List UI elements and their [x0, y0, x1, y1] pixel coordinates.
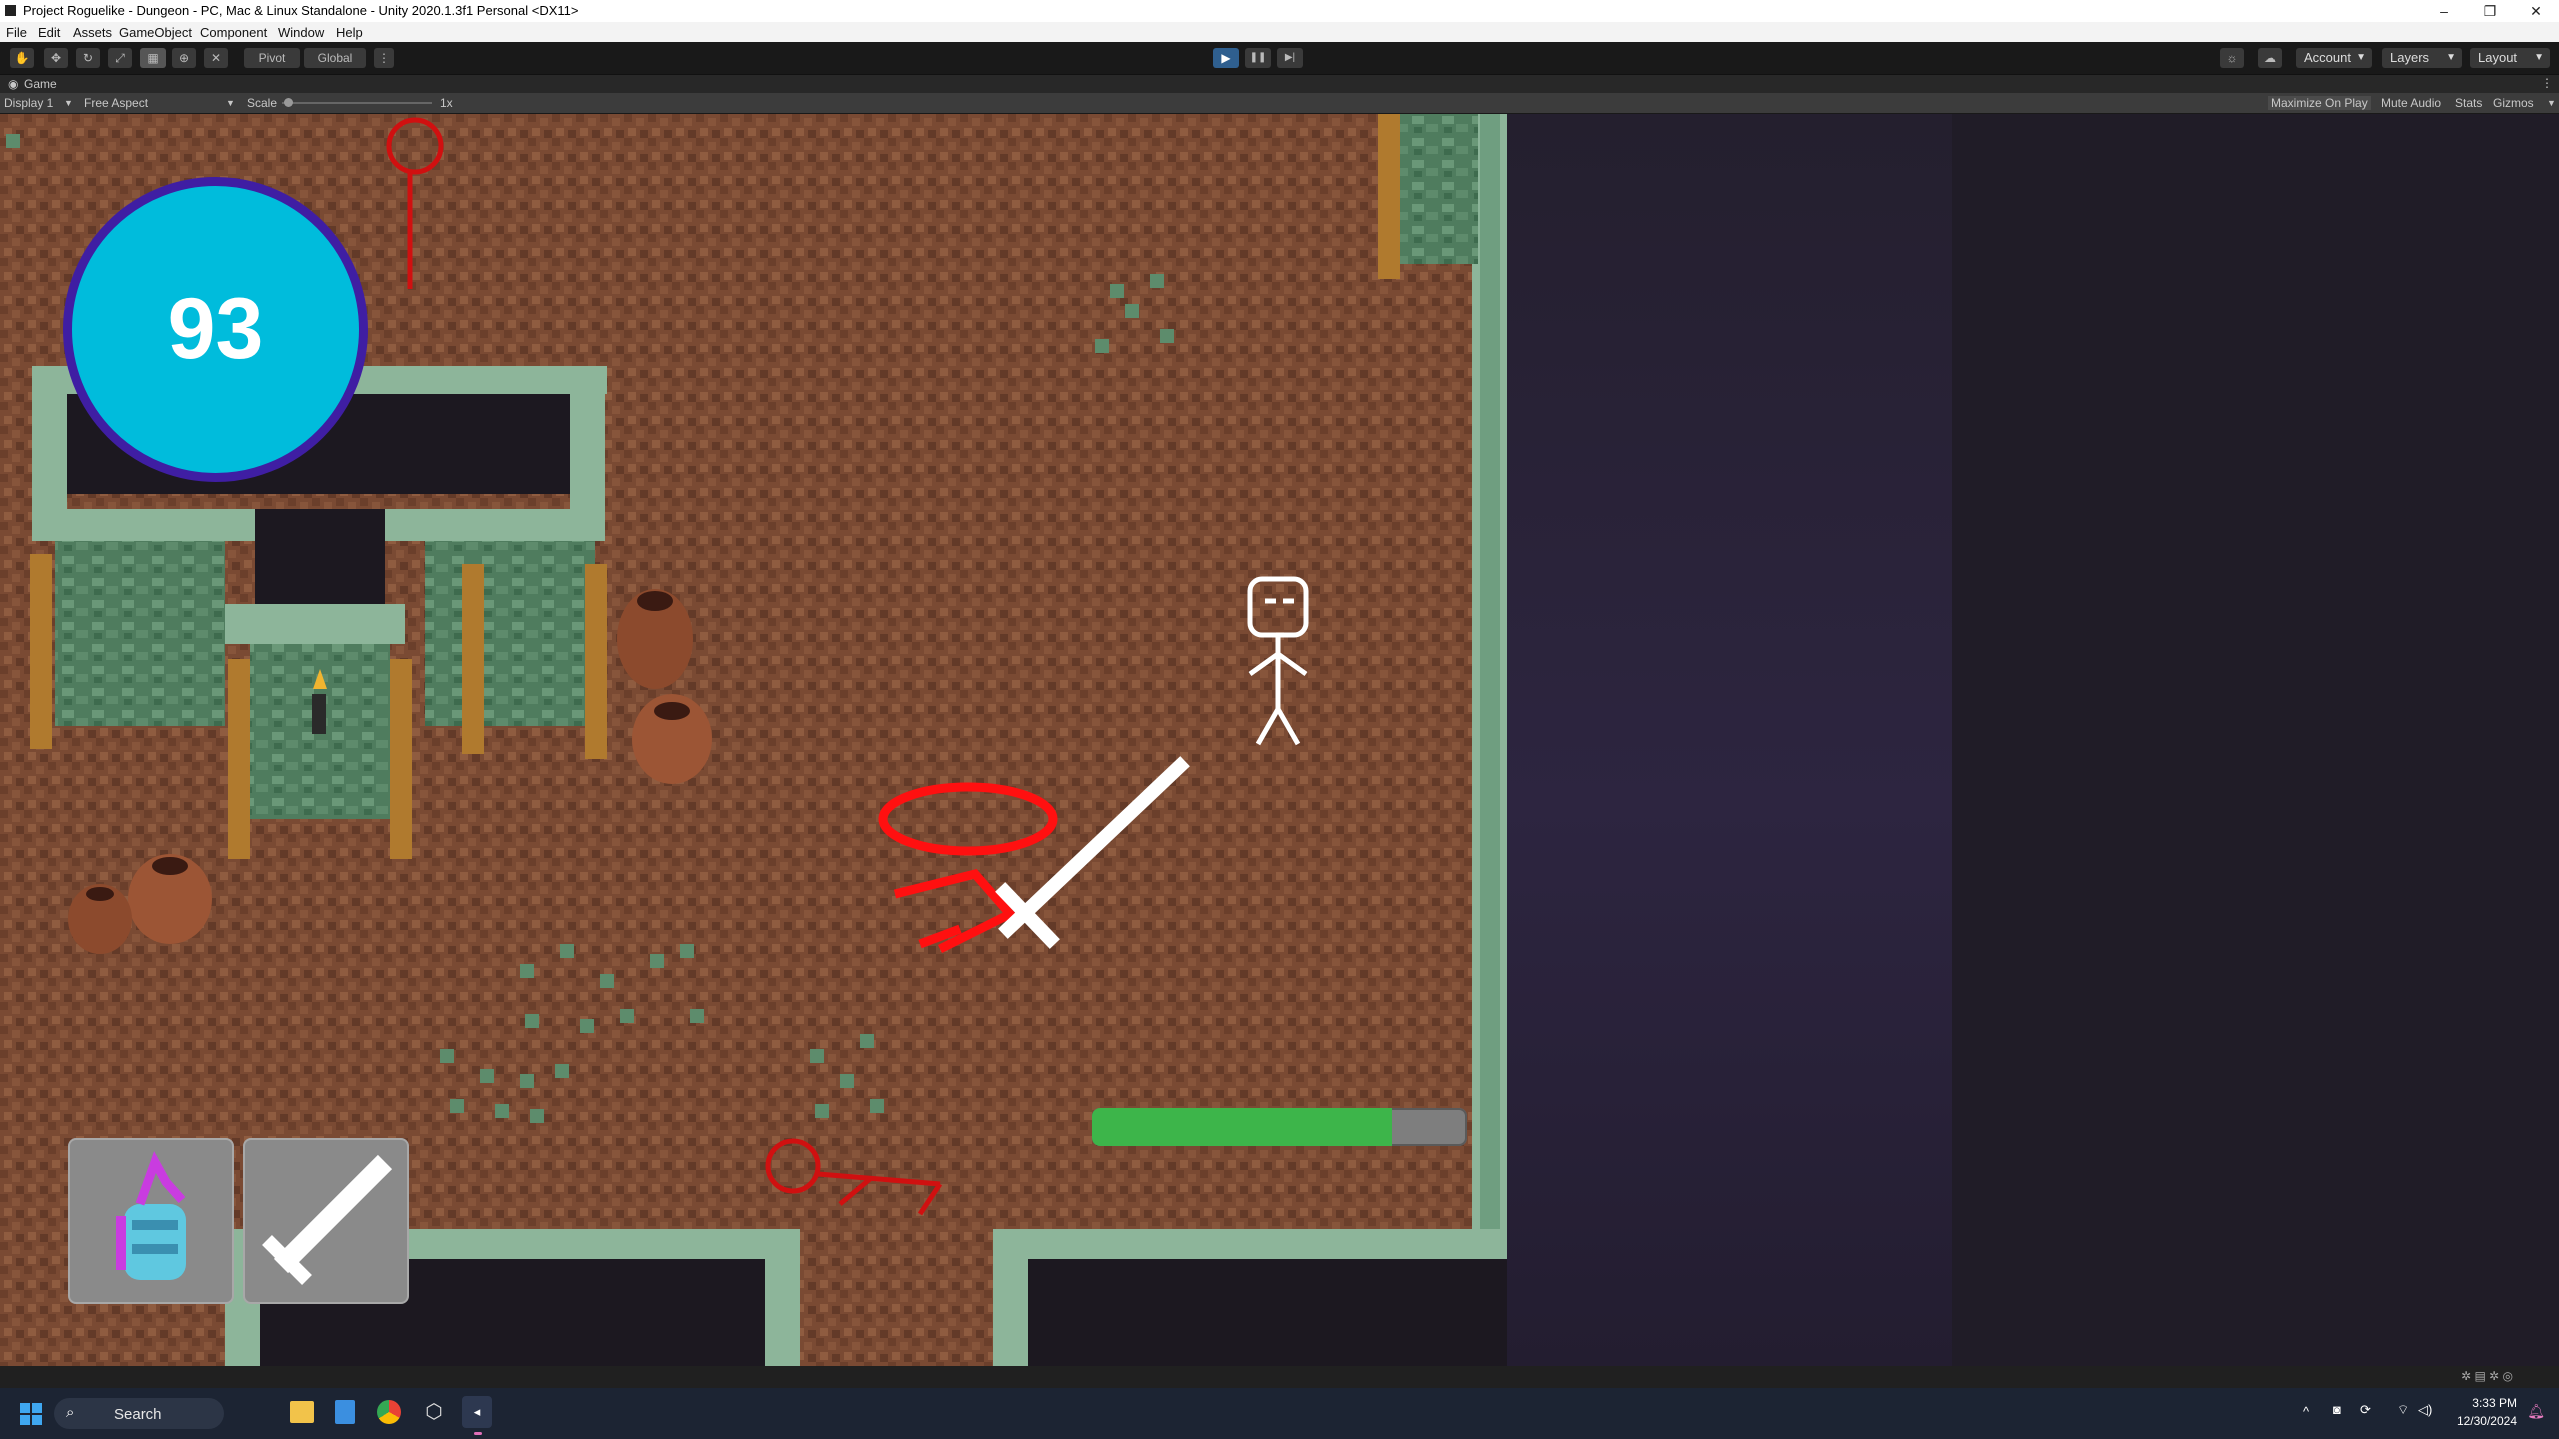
pause-button[interactable]: ❚❚ — [1245, 48, 1271, 68]
move-tool-icon[interactable]: ✥ — [44, 48, 68, 68]
sync-icon[interactable]: ⟳ — [2360, 1402, 2371, 1418]
inventory-slot-potion[interactable] — [68, 1138, 234, 1304]
bug-report-icon[interactable]: ✲ ▤ ✲ ◎ — [2461, 1369, 2513, 1383]
display-dropdown[interactable]: Display 1 — [4, 96, 53, 110]
minimize-button[interactable]: – — [2421, 0, 2467, 22]
sword-icon — [262, 1154, 393, 1285]
maximize-button[interactable]: ❐ — [2467, 0, 2513, 22]
play-button[interactable]: ▶ — [1213, 48, 1239, 68]
chevron-down-icon: ▼ — [2534, 52, 2544, 63]
rect-tool-icon[interactable]: ▦ — [140, 48, 166, 68]
notepad-icon[interactable] — [335, 1400, 355, 1424]
notification-bell-icon[interactable]: 🔔︎ — [2527, 1403, 2545, 1420]
clock-time: 3:33 PM — [2472, 1396, 2517, 1410]
account-dropdown[interactable]: Account ▼ — [2296, 48, 2372, 68]
inventory-slot-sword[interactable] — [243, 1138, 409, 1304]
menu-bar: File Edit Assets GameObject Component Wi… — [0, 22, 2559, 42]
scene-void-area-right — [1952, 114, 2559, 1366]
menu-file[interactable]: File — [6, 25, 27, 40]
volume-icon[interactable]: ◁) — [2418, 1402, 2432, 1418]
game-tab[interactable]: Game — [24, 77, 57, 91]
windows-taskbar: ⌕ Search ⬡ ◂ ^ ◙ ⟳ ⌔ ◁) 3:33 PM 12/30/20… — [0, 1388, 2559, 1439]
search-placeholder: Search — [114, 1406, 162, 1423]
pivot-toggle[interactable]: Pivot — [244, 48, 300, 68]
unity-hub-icon[interactable]: ⬡ — [422, 1400, 446, 1424]
maximize-on-play-toggle[interactable]: Maximize On Play — [2268, 96, 2371, 110]
editor-toolbar: ✋ ✥ ↻ ⤢ ▦ ⊕ ✕ Pivot Global ⋮ ▶ ❚❚ ▶| ☼ ☁… — [0, 42, 2559, 75]
layers-dropdown[interactable]: Layers ▼ — [2382, 48, 2462, 68]
aspect-dropdown[interactable]: Free Aspect — [84, 96, 148, 110]
game-view-tab-strip: ◉ Game ⋮ — [0, 75, 2559, 93]
game-view-toolbar: Display 1 ▼ Free Aspect ▼ Scale 1x Maxim… — [0, 93, 2559, 113]
coin-counter: 93 — [63, 177, 368, 482]
layout-label: Layout — [2478, 50, 2518, 65]
layout-dropdown[interactable]: Layout ▼ — [2470, 48, 2550, 68]
tab-menu-icon[interactable]: ⋮ — [2541, 76, 2553, 90]
step-button[interactable]: ▶| — [1277, 48, 1303, 68]
menu-help[interactable]: Help — [336, 25, 363, 40]
scale-value: 1x — [440, 96, 453, 110]
chevron-down-icon: ▼ — [2446, 52, 2456, 63]
system-clock[interactable]: 3:33 PM 12/30/2024 — [2457, 1394, 2517, 1430]
menu-assets[interactable]: Assets — [73, 25, 112, 40]
top-right-stone-block — [1398, 114, 1478, 264]
stats-toggle[interactable]: Stats — [2455, 96, 2482, 110]
chevron-down-icon: ▼ — [226, 98, 235, 108]
chrome-icon[interactable] — [377, 1400, 401, 1424]
transform-tool-icon[interactable]: ⊕ — [172, 48, 196, 68]
start-button[interactable] — [20, 1403, 42, 1425]
discord-icon[interactable]: ◙ — [2333, 1402, 2341, 1417]
scale-label: Scale — [247, 96, 278, 110]
menu-window[interactable]: Window — [278, 25, 324, 40]
taskbar-search[interactable]: ⌕ Search — [54, 1398, 224, 1429]
windows-logo-icon — [20, 1403, 42, 1425]
window-title-bar: Project Roguelike - Dungeon - PC, Mac & … — [0, 0, 2559, 22]
wall-torch — [312, 694, 326, 734]
potion-icon — [116, 1151, 186, 1280]
file-explorer-icon[interactable] — [290, 1401, 314, 1423]
active-app-indicator — [474, 1432, 482, 1435]
chevron-down-icon: ▼ — [64, 98, 73, 108]
game-viewport[interactable]: 93 — [0, 114, 2559, 1366]
chevron-down-icon: ▼ — [2356, 52, 2366, 63]
wifi-icon[interactable]: ⌔ — [2397, 1402, 2409, 1418]
snap-icon[interactable]: ⋮ — [374, 48, 394, 68]
scene-void-area — [1507, 114, 1952, 1366]
scale-tool-icon[interactable]: ⤢ — [108, 48, 132, 68]
global-toggle[interactable]: Global — [304, 48, 366, 68]
tray-overflow-icon[interactable]: ^ — [2303, 1404, 2309, 1419]
game-tab-icon: ◉ — [8, 77, 19, 91]
menu-gameobject[interactable]: GameObject — [119, 25, 192, 40]
hand-tool-icon[interactable]: ✋ — [10, 48, 34, 68]
cloud-icon[interactable]: ☁ — [2258, 48, 2282, 68]
health-bar-fill — [1092, 1108, 1392, 1146]
scale-slider-track[interactable] — [282, 102, 432, 104]
editor-status-bar: ✲ ▤ ✲ ◎ — [0, 1366, 2559, 1388]
collab-icon[interactable]: ☼ — [2220, 48, 2244, 68]
window-title: Project Roguelike - Dungeon - PC, Mac & … — [23, 3, 579, 18]
close-button[interactable]: ✕ — [2513, 0, 2559, 22]
scale-slider-handle[interactable] — [284, 98, 293, 107]
rotate-tool-icon[interactable]: ↻ — [76, 48, 100, 68]
bottom-wall-right — [993, 1229, 1507, 1259]
menu-edit[interactable]: Edit — [38, 25, 60, 40]
gizmos-dropdown[interactable]: Gizmos — [2493, 96, 2534, 110]
mute-audio-toggle[interactable]: Mute Audio — [2381, 96, 2441, 110]
unity-editor-taskbar-icon[interactable]: ◂ — [462, 1396, 492, 1428]
search-icon: ⌕ — [66, 1404, 75, 1421]
coin-count: 93 — [167, 281, 264, 377]
unity-app-icon — [5, 5, 16, 16]
custom-tool-icon[interactable]: ✕ — [204, 48, 228, 68]
layers-label: Layers — [2390, 50, 2430, 65]
account-label: Account — [2304, 50, 2351, 65]
chevron-down-icon: ▼ — [2547, 98, 2556, 108]
clock-date: 12/30/2024 — [2456, 1414, 2517, 1428]
menu-component[interactable]: Component — [200, 25, 267, 40]
health-bar — [1092, 1108, 1467, 1146]
